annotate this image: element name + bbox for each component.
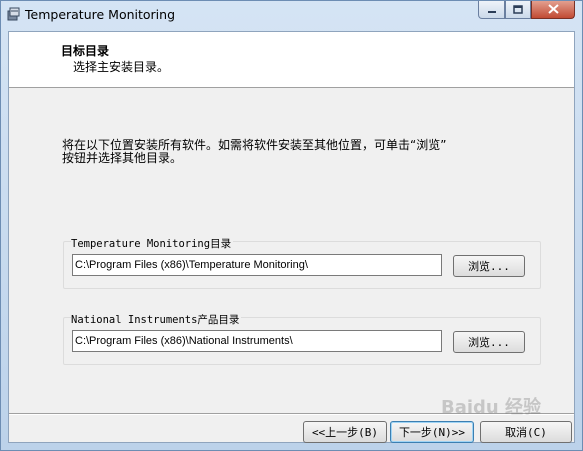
minimize-icon	[487, 3, 497, 17]
page-subtitle: 选择主安装目录。	[73, 60, 170, 74]
ni-directory-group: National Instruments产品目录 浏览...	[63, 312, 541, 365]
maximize-icon	[513, 3, 523, 17]
back-button[interactable]: <<上一步(B)	[303, 421, 387, 443]
cancel-button[interactable]: 取消(C)	[480, 421, 572, 443]
title-bar[interactable]: Temperature Monitoring	[1, 1, 582, 29]
maximize-button[interactable]	[505, 1, 531, 19]
product-directory-label: Temperature Monitoring目录	[71, 236, 234, 251]
close-icon	[547, 3, 559, 17]
product-directory-input[interactable]	[72, 254, 442, 276]
page-title: 目标目录	[61, 44, 110, 58]
footer-divider	[9, 413, 574, 415]
header-panel: 目标目录 选择主安装目录。	[9, 32, 574, 88]
ni-directory-label: National Instruments产品目录	[71, 312, 242, 327]
next-button[interactable]: 下一步(N)>>	[390, 421, 474, 443]
product-directory-group: Temperature Monitoring目录 浏览...	[63, 236, 541, 289]
window-title: Temperature Monitoring	[25, 7, 175, 22]
installer-window: Temperature Monitoring 目标目录 选择主安装目录。 将在以…	[0, 0, 583, 451]
installer-icon	[6, 6, 22, 22]
minimize-button[interactable]	[478, 1, 505, 19]
ni-directory-input[interactable]	[72, 330, 442, 352]
dialog-client-area: 目标目录 选择主安装目录。 将在以下位置安装所有软件。如需将软件安装至其他位置，…	[8, 31, 575, 443]
close-button[interactable]	[531, 1, 575, 19]
product-browse-button[interactable]: 浏览...	[453, 255, 525, 277]
ni-browse-button[interactable]: 浏览...	[453, 331, 525, 353]
install-description: 将在以下位置安装所有软件。如需将软件安装至其他位置，可单击“浏览” 按钮并选择其…	[62, 138, 447, 165]
